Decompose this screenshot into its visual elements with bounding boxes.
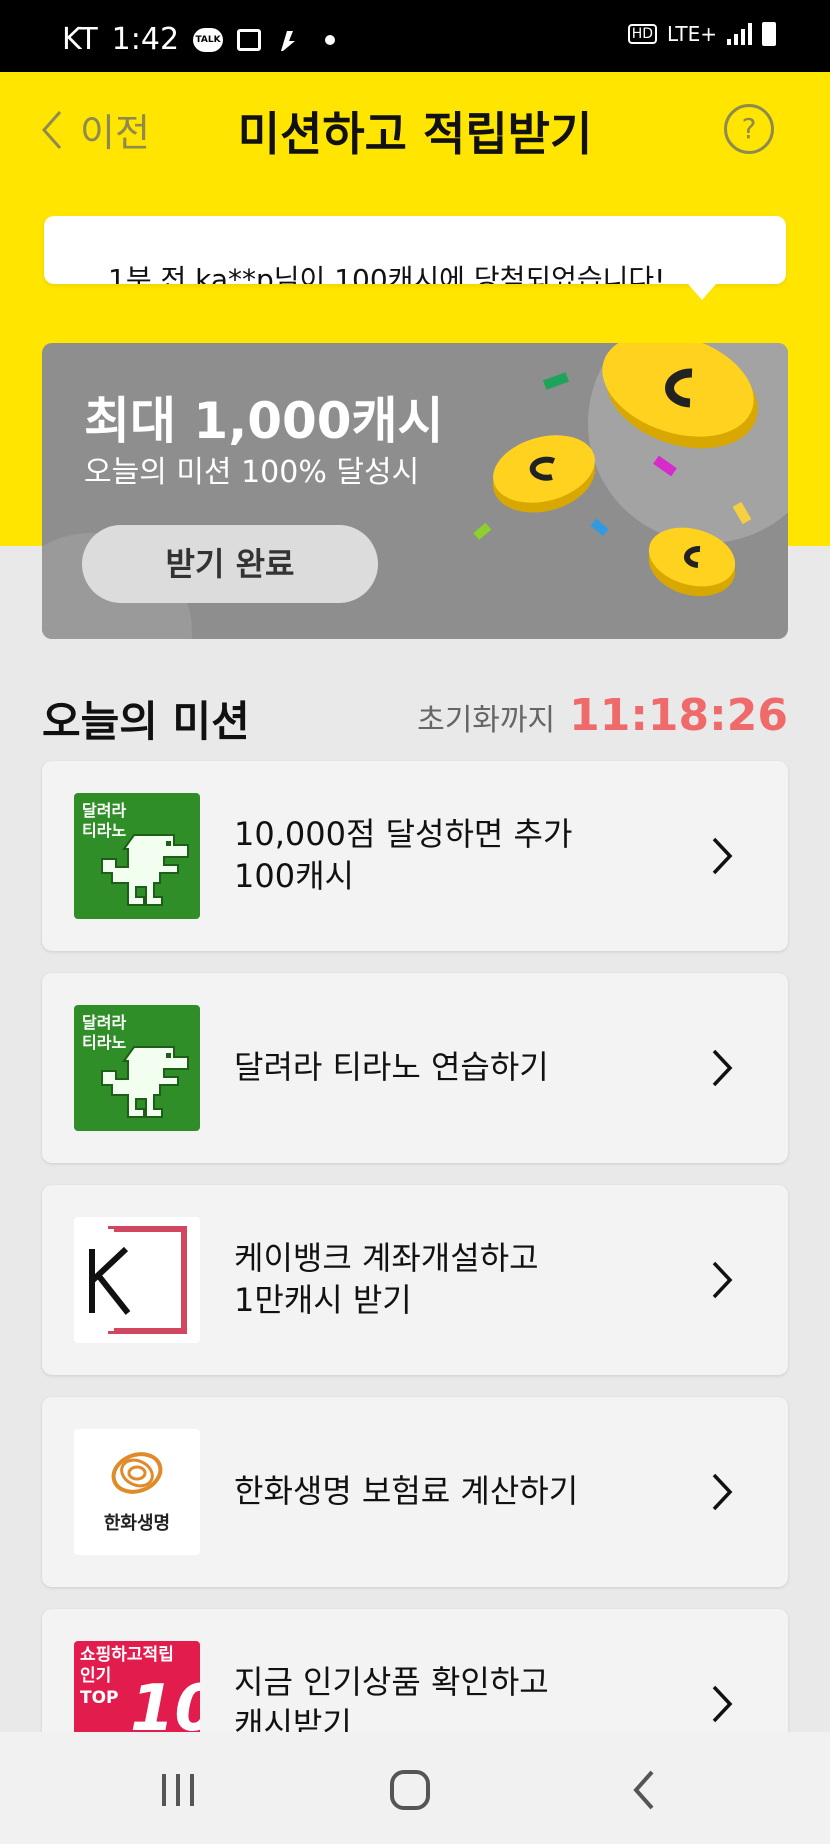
gallery-icon bbox=[237, 28, 262, 51]
reward-title: 최대 1,000캐시 bbox=[84, 392, 444, 450]
mission-item[interactable]: 케이뱅크 계좌개설하고 1만캐시 받기 bbox=[42, 1185, 788, 1375]
home-icon[interactable] bbox=[380, 1768, 440, 1812]
app-header: 이전 미션하고 적립받기 ? bbox=[0, 72, 830, 182]
chevron-right-icon bbox=[712, 837, 733, 875]
kbank-logo bbox=[74, 1217, 200, 1343]
hanwha-logo-label: 한화생명 bbox=[103, 1513, 171, 1534]
ticker-tail bbox=[688, 284, 716, 300]
mission-item[interactable]: 달려라 티라노 10,000점 달성하면 추가 100캐시 bbox=[42, 761, 788, 951]
dino-game-icon: 달려라 티라노 bbox=[74, 1005, 200, 1131]
page-title: 미션하고 적립받기 bbox=[237, 107, 593, 161]
chevron-right-icon bbox=[712, 1473, 733, 1511]
kakaotalk-icon: TALK bbox=[193, 27, 224, 52]
status-bar: KT 1:42 TALK HD LTE+ bbox=[0, 0, 830, 72]
coin-icon bbox=[602, 343, 758, 449]
chevron-right-icon bbox=[712, 1261, 733, 1299]
app-notification-icon bbox=[281, 30, 296, 51]
dino-game-icon: 달려라 티라노 bbox=[74, 793, 200, 919]
mission-text: 케이뱅크 계좌개설하고 1만캐시 받기 bbox=[234, 1239, 539, 1319]
more-notifications-dot-icon bbox=[325, 34, 336, 45]
signal-icon bbox=[727, 23, 752, 45]
mission-item[interactable]: 달려라 티라노 달려라 티라노 연습하기 bbox=[42, 973, 788, 1163]
network-indicator: LTE+ bbox=[667, 22, 717, 46]
chevron-right-icon bbox=[712, 1685, 733, 1723]
system-nav-bar bbox=[0, 1732, 830, 1844]
hd-indicator: HD bbox=[627, 24, 657, 44]
hanwha-logo: 한화생명 bbox=[74, 1429, 200, 1555]
battery-icon bbox=[762, 22, 776, 46]
clock: 1:42 bbox=[111, 22, 180, 57]
winner-ticker: 1분 전 ka**p님이 100캐시에 당첨되었습니다! bbox=[44, 216, 786, 284]
question-icon: ? bbox=[741, 112, 757, 145]
chevron-right-icon bbox=[712, 1049, 733, 1087]
carrier-label: KT bbox=[62, 22, 98, 57]
reset-countdown: 초기화까지 11:18:26 bbox=[417, 690, 788, 741]
help-button[interactable]: ? bbox=[724, 104, 774, 154]
back-nav-icon[interactable] bbox=[614, 1768, 674, 1812]
reward-card: 최대 1,000캐시 오늘의 미션 100% 달성시 받기 완료 bbox=[42, 343, 788, 639]
talk-badge-label: TALK bbox=[195, 34, 221, 45]
mission-text: 달려라 티라노 연습하기 bbox=[234, 1048, 549, 1087]
recent-apps-icon[interactable] bbox=[148, 1768, 208, 1812]
mission-text: 10,000점 달성하면 추가 100캐시 bbox=[234, 815, 573, 895]
ticker-text: 1분 전 ka**p님이 100캐시에 당첨되었습니다! bbox=[108, 263, 666, 284]
reset-timer: 11:18:26 bbox=[569, 690, 788, 741]
mission-text: 한화생명 보험료 계산하기 bbox=[234, 1472, 579, 1511]
coin-icon bbox=[648, 527, 736, 597]
reward-subtitle: 오늘의 미션 100% 달성시 bbox=[84, 455, 420, 490]
section-title: 오늘의 미션 bbox=[42, 697, 250, 746]
mission-item[interactable]: 한화생명 한화생명 보험료 계산하기 bbox=[42, 1397, 788, 1587]
coin-icon bbox=[493, 435, 595, 513]
claim-complete-button[interactable]: 받기 완료 bbox=[82, 525, 378, 603]
reset-label: 초기화까지 bbox=[417, 703, 556, 738]
